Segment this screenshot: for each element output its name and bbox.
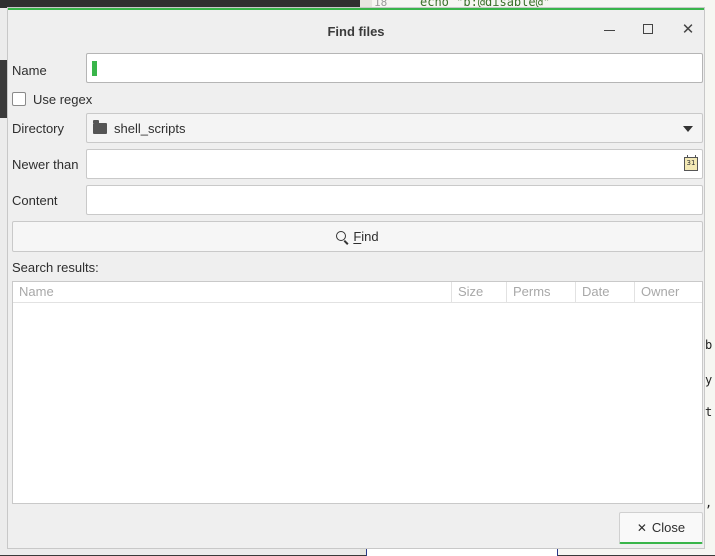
directory-value: shell_scripts (114, 120, 186, 136)
newer-than-row: Newer than (12, 149, 86, 179)
editor-fragment: t (705, 405, 713, 419)
chevron-down-icon[interactable] (683, 126, 693, 132)
column-header-owner[interactable]: Owner (635, 282, 702, 302)
use-regex-label: Use regex (33, 91, 93, 107)
results-table-header: Name Size Perms Date Owner (13, 282, 702, 303)
text-cursor (92, 61, 97, 76)
name-label: Name (12, 62, 47, 78)
background-toolbar (0, 0, 360, 8)
column-header-perms[interactable]: Perms (507, 282, 576, 302)
content-row: Content (12, 185, 86, 215)
content-input[interactable] (86, 185, 703, 215)
close-icon: ✕ (636, 520, 647, 535)
directory-select[interactable]: shell_scripts (86, 113, 703, 143)
use-regex-checkbox[interactable] (12, 92, 26, 106)
find-button[interactable]: Find (12, 221, 703, 252)
minimize-icon (603, 29, 615, 31)
maximize-icon (643, 24, 653, 34)
close-icon: ✕ (681, 21, 695, 38)
column-header-name[interactable]: Name (13, 282, 452, 302)
search-results-label: Search results: (12, 260, 99, 275)
find-button-label: Find (353, 229, 378, 244)
calendar-icon[interactable]: 31 (684, 155, 698, 171)
newer-than-input[interactable]: 31 (86, 149, 703, 179)
name-row: Name (12, 55, 86, 85)
editor-fragment: y (705, 373, 713, 387)
minimize-button[interactable] (596, 18, 622, 40)
content-label: Content (12, 192, 58, 208)
close-button[interactable]: ✕ Close (619, 512, 703, 544)
editor-fragment: , (705, 496, 713, 510)
editor-fragment: b (705, 338, 713, 352)
use-regex-row[interactable]: Use regex (12, 90, 92, 108)
directory-label: Directory (12, 120, 65, 136)
background-panel (0, 60, 8, 118)
find-label-rest: ind (361, 229, 379, 244)
dialog-titlebar: Find files ✕ (8, 10, 704, 50)
directory-row: Directory (12, 113, 86, 143)
results-table[interactable]: Name Size Perms Date Owner (12, 281, 703, 504)
column-header-size[interactable]: Size (452, 282, 507, 302)
window-close-button[interactable]: ✕ (675, 18, 701, 40)
maximize-button[interactable] (635, 18, 661, 40)
newer-than-label: Newer than (12, 156, 79, 172)
column-header-date[interactable]: Date (576, 282, 635, 302)
find-files-dialog: Find files ✕ Name Use regex Directory sh… (8, 8, 704, 548)
name-input[interactable] (86, 53, 703, 83)
search-icon (336, 230, 347, 241)
close-button-label: Close (651, 520, 686, 535)
folder-icon (93, 119, 107, 134)
